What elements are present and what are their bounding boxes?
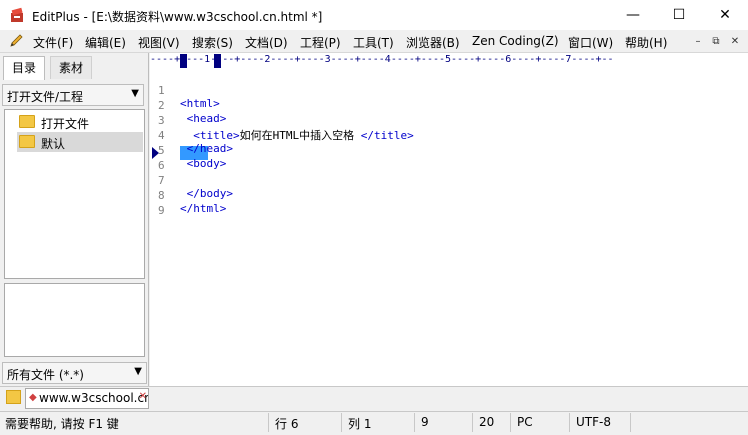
- ruler-marker: [214, 54, 221, 68]
- status-line-ending: PC: [517, 415, 533, 429]
- code-line[interactable]: 5 <body>: [150, 131, 740, 170]
- tree-item-label: 打开文件: [41, 117, 90, 131]
- code-line[interactable]: 3 <title>如何在HTML中插入空格 </title>: [150, 101, 740, 142]
- window-title: EditPlus - [E:\数据资料\www.w3cschool.cn.htm…: [32, 10, 323, 24]
- document-tab[interactable]: ◆ www.w3cschool.cn.html ✕: [25, 388, 149, 409]
- ruler-marker: [180, 54, 187, 68]
- file-list[interactable]: [4, 283, 145, 357]
- folder-icon[interactable]: [6, 390, 21, 404]
- code-line[interactable]: 9: [150, 191, 740, 217]
- status-divider: [510, 413, 511, 432]
- folder-icon: [19, 135, 35, 148]
- code-line[interactable]: 7 </body>: [150, 161, 740, 200]
- tab-cliptext[interactable]: 素材: [50, 56, 93, 79]
- status-divider: [569, 413, 570, 432]
- status-divider: [414, 413, 415, 432]
- status-help: 需要帮助, 请按 F1 键: [5, 417, 119, 431]
- project-dropdown-label: 打开文件/工程: [7, 90, 84, 104]
- tree-item-label: 默认: [41, 137, 66, 151]
- status-encoding: UTF-8: [576, 415, 611, 429]
- tree-item-open-files[interactable]: 打开文件: [17, 112, 143, 132]
- code-line[interactable]: 2 <head>: [150, 86, 740, 125]
- folder-tree[interactable]: 打开文件 默认: [4, 109, 145, 279]
- menu-project[interactable]: 工程(P): [300, 34, 341, 51]
- folder-icon: [19, 115, 35, 128]
- html-file-icon: ◆: [29, 392, 37, 403]
- mdi-minimize-button[interactable]: –: [690, 34, 706, 48]
- close-button[interactable]: ✕: [702, 0, 748, 30]
- status-divider: [268, 413, 269, 432]
- menu-file[interactable]: 文件(F): [33, 34, 73, 51]
- status-line: 行 6: [275, 417, 299, 431]
- code-line[interactable]: 8 </html>: [150, 176, 740, 215]
- project-dropdown[interactable]: 打开文件/工程 ▼: [2, 84, 144, 106]
- status-divider: [630, 413, 631, 432]
- menu-document[interactable]: 文档(D): [245, 34, 288, 51]
- tab-directory[interactable]: 目录: [3, 56, 46, 80]
- line-number: 9: [158, 204, 165, 217]
- app-icon[interactable]: [9, 7, 25, 23]
- menu-tools[interactable]: 工具(T): [353, 34, 394, 51]
- code-line[interactable]: 1 <html>: [150, 71, 740, 110]
- chevron-down-icon: ▼: [134, 366, 142, 377]
- file-filter-label: 所有文件 (*.*): [7, 368, 84, 382]
- document-tab-label: www.w3cschool.cn.html: [39, 391, 148, 405]
- menu-view[interactable]: 视图(V): [138, 34, 180, 51]
- code-line[interactable]: 4 </head>: [150, 116, 740, 155]
- menu-browser[interactable]: 浏览器(B): [406, 34, 460, 51]
- menu-window[interactable]: 窗口(W): [568, 34, 613, 51]
- maximize-button[interactable]: ☐: [656, 0, 702, 30]
- code-line-current[interactable]: 6 <p>: [150, 146, 740, 185]
- close-tab-icon[interactable]: ✕: [139, 391, 147, 402]
- chevron-down-icon: ▼: [131, 88, 139, 99]
- tree-item-default[interactable]: 默认: [17, 132, 143, 152]
- status-tab-value: 20: [479, 415, 495, 429]
- mdi-restore-button[interactable]: ⧉: [708, 34, 724, 48]
- pencil-icon[interactable]: [8, 33, 24, 49]
- column-ruler: ----+----1----+----2----+----3----+----4…: [150, 54, 614, 65]
- status-divider: [341, 413, 342, 432]
- menu-search[interactable]: 搜索(S): [192, 34, 233, 51]
- mdi-close-button[interactable]: ✕: [727, 34, 743, 48]
- status-column: 列 1: [348, 417, 372, 431]
- status-divider: [472, 413, 473, 432]
- menu-zen-coding[interactable]: Zen Coding(Z): [472, 34, 559, 48]
- menu-help[interactable]: 帮助(H): [625, 34, 667, 51]
- status-total-lines: 9: [421, 415, 429, 429]
- file-filter-dropdown[interactable]: 所有文件 (*.*) ▼: [2, 362, 147, 384]
- minimize-button[interactable]: —: [610, 0, 656, 30]
- menu-edit[interactable]: 编辑(E): [85, 34, 126, 51]
